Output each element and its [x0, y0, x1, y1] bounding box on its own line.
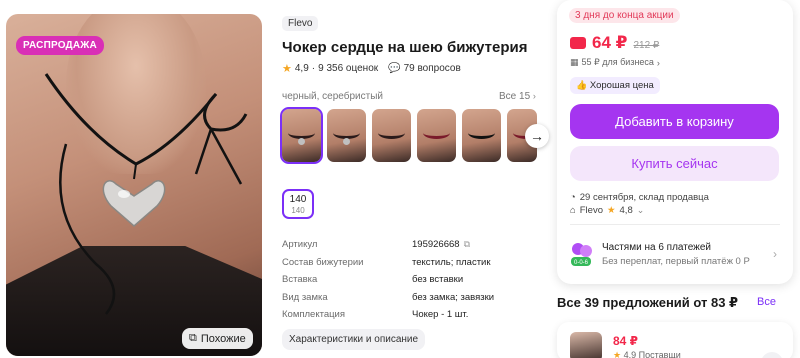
installment-badge-text: 0-0-6 — [574, 260, 589, 266]
offer-seller: Поставщи — [638, 350, 681, 358]
good-price-label: Хорошая цена — [589, 80, 654, 91]
product-main-image[interactable]: РАСПРОДАЖА — [6, 14, 262, 356]
seller-rating: 4,8 — [619, 205, 633, 216]
questions-count[interactable]: 79 вопросов — [404, 63, 461, 74]
installment-title[interactable]: Частями на 6 платежей — [602, 242, 711, 253]
spec-row: Комплектация Чокер - 1 шт. — [282, 306, 494, 324]
store-icon: ⌂ — [570, 205, 576, 216]
sale-badge: РАСПРОДАЖА — [16, 36, 104, 55]
wallet-icon — [570, 37, 586, 49]
variants-all-label: Все 15 — [499, 91, 531, 102]
star-icon: ★ — [606, 205, 616, 216]
buy-now-button[interactable]: Купить сейчас — [570, 146, 779, 181]
offer-open-button[interactable]: › — [761, 352, 783, 358]
necklace-illustration — [44, 73, 248, 315]
offer-price: 84 ₽ — [613, 334, 639, 348]
questions-icon: 💬 — [388, 63, 401, 74]
characteristics-button[interactable]: Характеристики и описание — [282, 329, 426, 350]
business-price: 55 ₽ для бизнеса — [581, 57, 654, 67]
spec-row: Вставка без вставки — [282, 271, 494, 289]
spec-key: Вставка — [282, 274, 318, 286]
size-option[interactable]: 140 140 — [282, 189, 314, 219]
similar-button-label: Похожие — [200, 332, 246, 345]
spec-value: Чокер - 1 шт. — [412, 309, 469, 321]
spec-key: Вид замка — [282, 291, 328, 303]
price-row: 64 ₽ 212 ₽ — [570, 33, 659, 53]
variants-all-link[interactable]: Все 15 › — [499, 91, 536, 102]
delivery-info: ◔ 29 сентября, склад продавца — [570, 192, 709, 203]
thumbs-up-icon: 👍 — [576, 80, 588, 90]
spec-table: Артикул 195926668 ⧉ Состав бижутерии тек… — [282, 236, 494, 324]
installment-icon: 0-0-6 — [571, 243, 592, 266]
good-price-badge: 👍 Хорошая цена — [570, 77, 660, 94]
variant-thumb[interactable] — [417, 109, 456, 162]
variant-thumb[interactable] — [372, 109, 411, 162]
offer-rating-row: ★ 4,9 Поставщи — [613, 350, 681, 358]
business-price-link[interactable]: ▦ 55 ₽ для бизнеса › — [570, 57, 660, 68]
spec-value: без вставки — [412, 274, 464, 286]
chevron-right-icon: › — [656, 57, 660, 68]
brand-chip[interactable]: Flevo — [282, 16, 319, 31]
business-icon: ▦ — [570, 57, 579, 67]
chevron-right-icon[interactable]: › — [773, 247, 777, 261]
similar-icon: ⧉ — [189, 332, 197, 344]
delivery-date: 29 сентября, склад продавца — [579, 192, 709, 203]
offer-image — [570, 332, 602, 358]
variant-thumb[interactable] — [280, 107, 323, 164]
spec-key: Комплектация — [282, 309, 346, 321]
copy-icon[interactable]: ⧉ — [464, 239, 470, 250]
seller-info[interactable]: ⌂ Flevo ★ 4,8 ⌄ — [570, 205, 644, 216]
offers-title: Все 39 предложений от 83 ₽ — [557, 295, 739, 310]
add-to-cart-button[interactable]: Добавить в корзину — [570, 104, 779, 139]
spec-key: Артикул — [282, 239, 318, 251]
spec-row: Состав бижутерии текстиль; пластик — [282, 254, 494, 272]
rating-separator: · — [311, 63, 316, 74]
variant-label: черный, серебристый — [282, 91, 383, 102]
chevron-down-icon: ⌄ — [636, 205, 645, 215]
reviews-count[interactable]: 9 356 оценок — [318, 63, 378, 74]
offer-rating: 4,9 — [623, 350, 637, 358]
price: 64 ₽ — [592, 33, 628, 52]
clock-icon: ◔ — [570, 192, 576, 203]
article-number: 195926668 — [412, 239, 460, 251]
chevron-right-icon: › — [532, 91, 536, 101]
spec-row: Вид замка без замка; завязки — [282, 289, 494, 307]
star-icon: ★ — [613, 350, 622, 358]
spec-value: текстиль; пластик — [412, 256, 491, 268]
spec-key: Состав бижутерии — [282, 256, 364, 268]
spec-value: без замка; завязки — [412, 291, 495, 303]
size-sub: 140 — [291, 206, 305, 215]
seller-name: Flevo — [579, 205, 603, 216]
divider — [570, 224, 780, 225]
rating-value: 4,9 — [294, 63, 309, 74]
product-title: Чокер сердце на шею бижутерия — [282, 39, 528, 56]
rating-row[interactable]: ★ 4,9 · 9 356 оценок 💬 79 вопросов — [282, 62, 461, 75]
size-value: 140 — [289, 194, 307, 205]
thumbnails-next-button[interactable]: → — [525, 124, 549, 148]
offers-all-link[interactable]: Все — [757, 296, 776, 308]
variant-thumbnails — [280, 107, 537, 164]
arrow-right-icon: → — [530, 128, 544, 144]
spec-value: 195926668 ⧉ — [412, 239, 470, 250]
old-price: 212 ₽ — [633, 40, 660, 51]
variant-thumb[interactable] — [327, 109, 366, 162]
star-icon: ★ — [282, 63, 292, 75]
buy-card: 3 дня до конца акции 64 ₽ 212 ₽ ▦ 55 ₽ д… — [557, 0, 793, 284]
spec-row: Артикул 195926668 ⧉ — [282, 236, 494, 254]
installment-subtitle: Без переплат, первый платёж 0 Р — [602, 256, 750, 267]
variant-thumb[interactable] — [462, 109, 501, 162]
promo-badge: 3 дня до конца акции — [569, 8, 680, 23]
similar-button[interactable]: ⧉ Похожие — [182, 328, 253, 349]
offer-card[interactable]: 84 ₽ ★ 4,9 Поставщи › — [557, 322, 793, 358]
